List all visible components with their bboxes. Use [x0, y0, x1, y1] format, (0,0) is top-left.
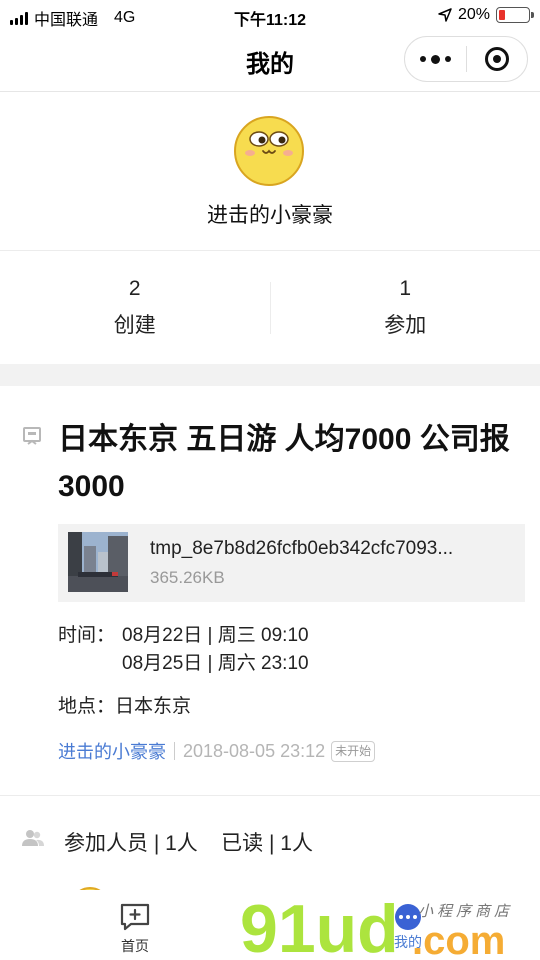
joined-label: 参加 [384, 314, 427, 337]
more-dots-icon [419, 54, 451, 64]
file-size: 365.26KB [150, 568, 225, 587]
participants-summary: 参加人员 | 1人 已读 | 1人 [64, 832, 313, 855]
file-name: tmp_8e7b8d26fcfb0eb342cfc7093... [150, 538, 454, 559]
activity-board-icon [23, 427, 41, 445]
activity-card[interactable]: 日本东京 五日游 人均7000 公司报3000 tmp_8e7b8d26fcfb… [0, 386, 540, 796]
creator-link[interactable]: 进击的小豪豪 [58, 738, 166, 764]
file-thumbnail [68, 532, 128, 592]
battery-percent: 20% [457, 6, 490, 23]
tab-home[interactable]: 首页 [110, 902, 160, 956]
status-bar: 中国联通 4G 下午11:12 20% [0, 0, 540, 30]
created-count: 2 [128, 277, 141, 300]
username: 进击的小豪豪 [207, 204, 333, 227]
file-attachment[interactable]: tmp_8e7b8d26fcfb0eb342cfc7093... 365.26K… [58, 524, 525, 602]
avatar[interactable] [233, 115, 305, 187]
activity-meta: 进击的小豪豪 2018-08-05 23:12 未开始 [58, 738, 376, 764]
nav-bar: 我的 [0, 30, 540, 92]
meta-divider [174, 742, 175, 760]
created-label: 创建 [113, 314, 156, 337]
more-dots-icon [395, 904, 421, 930]
tab-mine[interactable]: 我的 [388, 904, 428, 952]
battery-icon [496, 7, 534, 23]
end-time: 08月25日 | 周六 23:10 [122, 653, 309, 674]
status-badge: 未开始 [331, 740, 376, 762]
activity-title: 日本东京 五日游 人均7000 公司报3000 [58, 423, 510, 503]
stat-joined[interactable]: 1 参加 [271, 252, 540, 364]
status-right: 20% [438, 6, 534, 24]
joined-count: 1 [399, 277, 412, 300]
more-button[interactable] [405, 37, 466, 81]
start-time: 08月22日 | 周三 09:10 [122, 625, 309, 646]
capsule-menu [404, 36, 528, 82]
close-miniprogram-button[interactable] [467, 37, 528, 81]
stats-bar: 2 创建 1 参加 [0, 252, 540, 364]
participants-row[interactable]: 参加人员 | 1人 已读 | 1人 [0, 797, 540, 883]
battery-fill [499, 10, 505, 20]
location: 地点：日本东京 [58, 696, 192, 717]
profile-header: 进击的小豪豪 [0, 93, 540, 251]
target-icon [484, 47, 509, 71]
location-arrow-icon [438, 8, 452, 22]
people-icon [22, 830, 44, 846]
section-divider [0, 364, 540, 386]
tab-home-label: 首页 [121, 938, 149, 954]
stat-created[interactable]: 2 创建 [0, 252, 270, 364]
chat-add-icon [120, 903, 150, 931]
tab-bar: 首页 我的 [0, 890, 540, 960]
time-label: 时间： [58, 625, 116, 646]
created-time: 2018-08-05 23:12 [183, 740, 326, 761]
tab-mine-label: 我的 [394, 934, 422, 950]
